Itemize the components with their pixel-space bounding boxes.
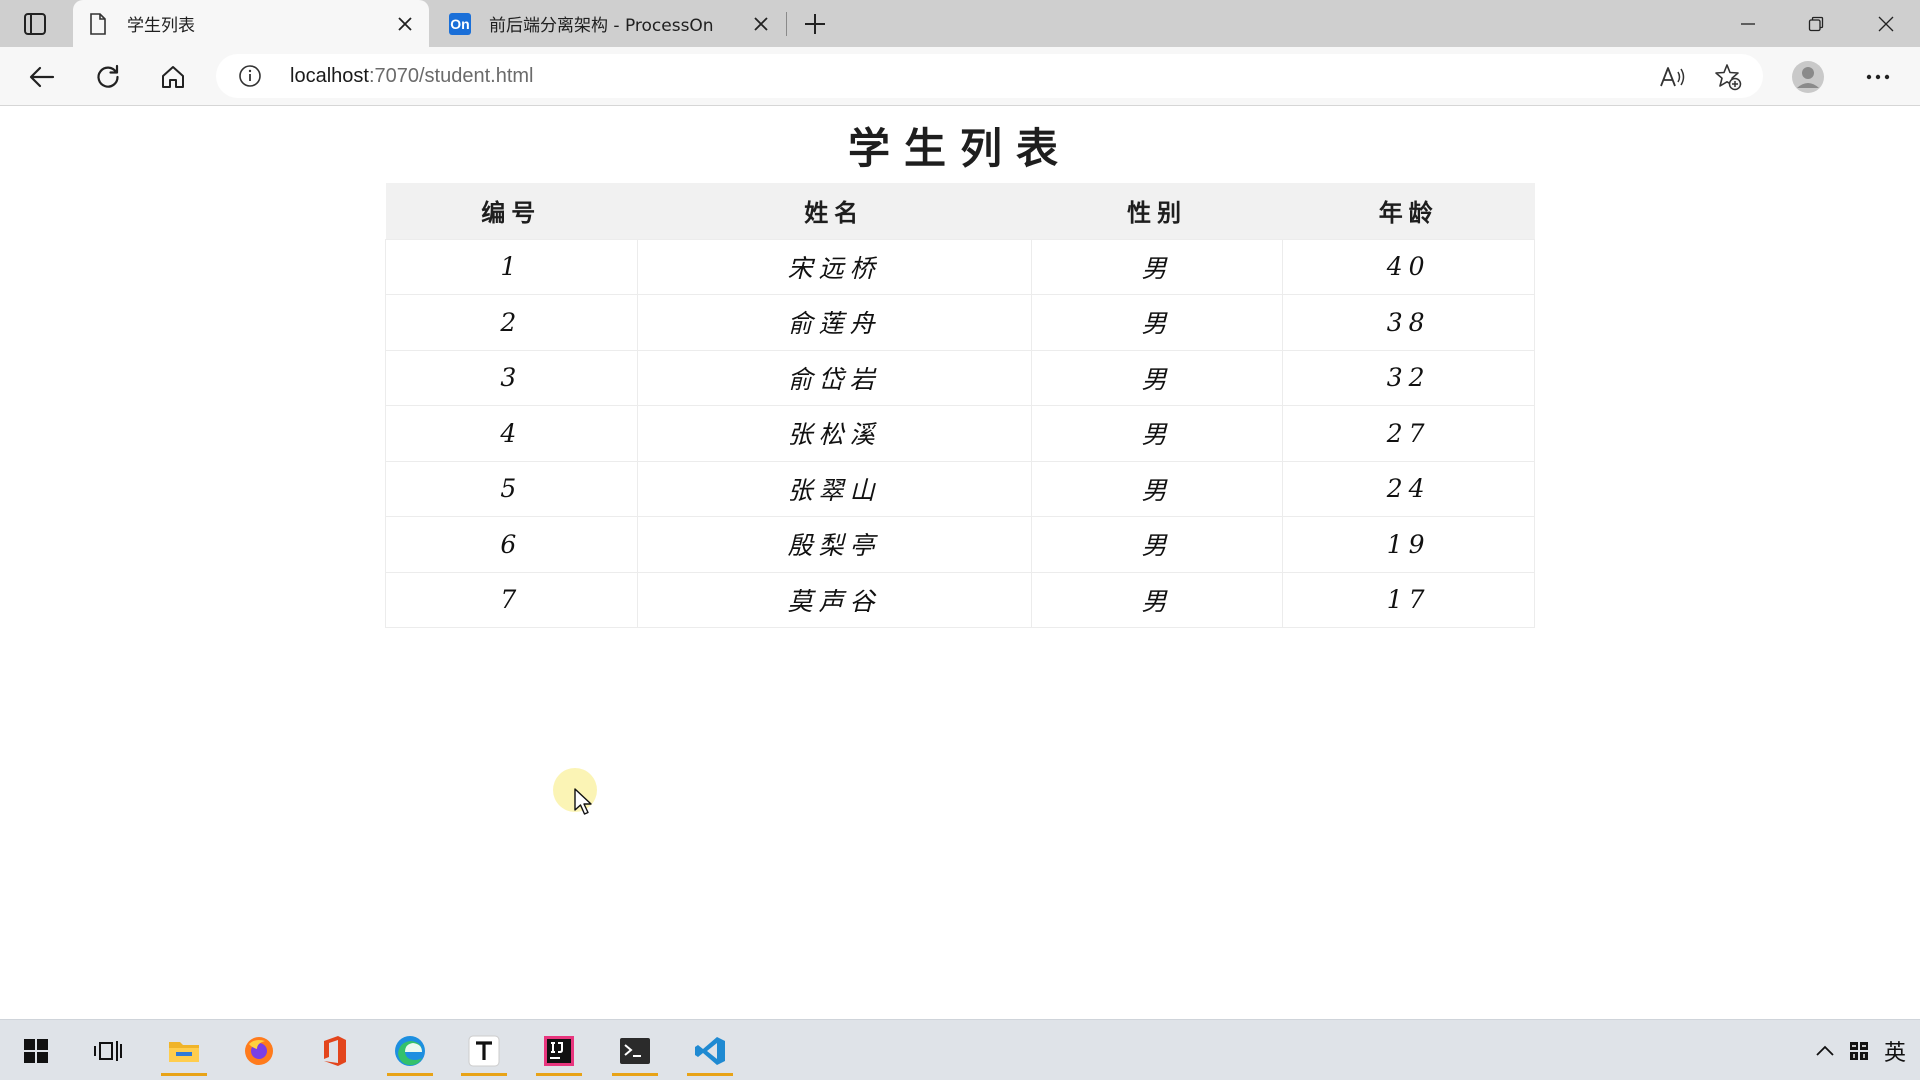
browser-toolbar: localhost:7070/student.html (0, 47, 1920, 106)
table-row: 3 俞岱岩 男 32 (385, 349, 1535, 406)
column-header-gender: 性别 (1031, 183, 1283, 239)
url-path: :7070/student.html (368, 65, 534, 87)
column-header-name: 姓名 (637, 183, 1032, 239)
profile-avatar-icon[interactable] (1790, 59, 1826, 95)
table-row: 7 莫声谷 男 17 (385, 571, 1535, 628)
taskbar: 英 (0, 1019, 1920, 1080)
back-arrow-icon[interactable] (24, 59, 60, 95)
tab-title: 前后端分离架构 - ProcessOn (489, 16, 714, 36)
input-method-icon[interactable] (1844, 1020, 1874, 1080)
task-view-icon[interactable] (80, 1026, 136, 1076)
cell-id: 2 (385, 294, 638, 351)
cell-id: 1 (385, 238, 638, 295)
tab-strip: 学生列表 On 前后端分离架构 - ProcessOn (0, 0, 1920, 47)
edge-icon[interactable] (382, 1026, 438, 1076)
tab-actions-icon[interactable] (17, 11, 53, 37)
site-info-icon[interactable] (238, 64, 262, 88)
address-bar[interactable]: localhost:7070/student.html (216, 54, 1763, 98)
table-row: 6 殷梨亭 男 19 (385, 516, 1535, 573)
cell-gender: 男 (1030, 516, 1284, 573)
page-content: 学生列表 编号 姓名 性别 年龄 1 宋远桥 男 40 2 俞莲舟 男 38 3… (0, 107, 1920, 1019)
running-indicator (161, 1073, 207, 1076)
cell-id: 7 (385, 571, 638, 628)
tab-divider (786, 12, 787, 36)
running-indicator (461, 1073, 507, 1076)
cell-id: 6 (385, 516, 638, 573)
firefox-icon[interactable] (231, 1026, 287, 1076)
minimize-icon[interactable] (1714, 0, 1782, 47)
cell-name: 宋远桥 (636, 238, 1032, 295)
office-icon[interactable] (306, 1026, 362, 1076)
page-title: 学生列表 (847, 124, 1072, 173)
file-explorer-icon[interactable] (156, 1026, 212, 1076)
table-header-row: 编号 姓名 性别 年龄 (385, 183, 1535, 239)
refresh-icon[interactable] (90, 59, 126, 95)
running-indicator (536, 1073, 582, 1076)
intellij-icon[interactable] (531, 1026, 587, 1076)
running-indicator (687, 1073, 733, 1076)
processon-icon: On (449, 12, 471, 35)
close-tab-icon[interactable] (747, 10, 775, 38)
table-row: 1 宋远桥 男 40 (385, 238, 1535, 295)
show-hidden-icons-icon[interactable] (1810, 1020, 1840, 1080)
mouse-pointer-icon (574, 788, 594, 816)
column-header-age: 年龄 (1282, 183, 1535, 239)
close-window-icon[interactable] (1852, 0, 1920, 47)
vscode-icon[interactable] (682, 1026, 738, 1076)
cell-gender: 男 (1030, 405, 1284, 462)
cell-name: 莫声谷 (636, 571, 1032, 628)
url-host: localhost (290, 65, 369, 87)
cell-age: 38 (1282, 294, 1535, 351)
cell-name: 张翠山 (636, 460, 1032, 517)
cell-gender: 男 (1030, 238, 1284, 295)
restore-icon[interactable] (1782, 0, 1850, 47)
tab-student-list[interactable]: 学生列表 (73, 0, 429, 47)
tab-title: 学生列表 (127, 16, 195, 36)
table-row: 2 俞莲舟 男 38 (385, 294, 1535, 351)
cell-name: 俞莲舟 (636, 294, 1032, 351)
cell-id: 5 (385, 460, 638, 517)
more-options-icon[interactable] (1860, 59, 1896, 95)
table-row: 5 张翠山 男 24 (385, 460, 1535, 517)
url-text[interactable]: localhost:7070/student.html (290, 65, 534, 88)
cell-gender: 男 (1030, 349, 1284, 406)
close-tab-icon[interactable] (391, 10, 419, 38)
cell-gender: 男 (1030, 571, 1284, 628)
cell-name: 张松溪 (636, 405, 1032, 462)
cell-id: 4 (385, 405, 638, 462)
table-row: 4 张松溪 男 27 (385, 405, 1535, 462)
ime-mode-indicator[interactable]: 英 (1878, 1020, 1912, 1080)
typora-icon[interactable] (456, 1026, 512, 1076)
cell-age: 27 (1282, 405, 1535, 462)
cell-age: 32 (1282, 349, 1535, 406)
cell-age: 19 (1282, 516, 1535, 573)
home-icon[interactable] (155, 59, 191, 95)
cell-name: 殷梨亭 (636, 516, 1032, 573)
start-icon[interactable] (8, 1026, 64, 1076)
cell-age: 17 (1282, 571, 1535, 628)
running-indicator (387, 1073, 433, 1076)
cell-gender: 男 (1030, 294, 1284, 351)
tab-processon[interactable]: On 前后端分离架构 - ProcessOn (435, 0, 785, 47)
cell-id: 3 (385, 349, 638, 406)
add-favorite-icon[interactable] (1714, 63, 1742, 91)
new-tab-icon[interactable] (800, 9, 830, 39)
page-icon (87, 12, 109, 35)
cell-gender: 男 (1030, 460, 1284, 517)
student-table: 编号 姓名 性别 年龄 1 宋远桥 男 40 2 俞莲舟 男 38 3 俞岱岩 (385, 183, 1535, 628)
cell-age: 40 (1282, 238, 1535, 295)
terminal-icon[interactable] (607, 1026, 663, 1076)
running-indicator (612, 1073, 658, 1076)
cell-age: 24 (1282, 460, 1535, 517)
column-header-id: 编号 (385, 183, 638, 239)
cell-name: 俞岱岩 (636, 349, 1032, 406)
read-aloud-icon[interactable] (1658, 63, 1686, 91)
